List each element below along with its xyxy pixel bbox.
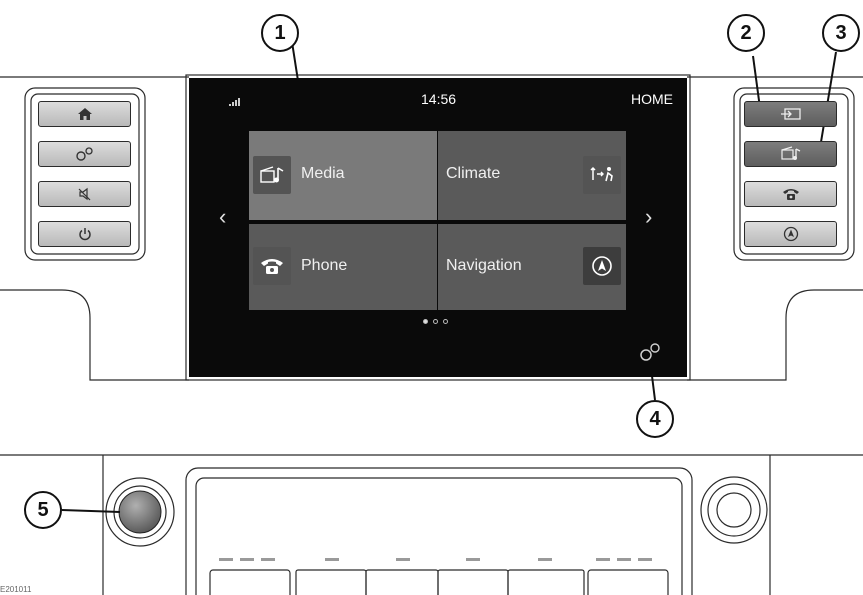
phone-icon [261, 259, 283, 274]
callout-3: 3 [822, 14, 860, 52]
media-tile-icon-box [253, 156, 291, 194]
climate-icon [590, 166, 613, 182]
settings-icon [75, 147, 93, 161]
page-dot-1 [423, 319, 428, 324]
previous-page-arrow[interactable]: ‹ [219, 204, 226, 230]
media-icon [780, 146, 800, 160]
tile-navigation-label: Navigation [446, 257, 522, 274]
next-page-arrow[interactable]: › [645, 204, 652, 230]
tile-phone[interactable]: Phone [249, 224, 437, 310]
page-indicator [423, 319, 448, 324]
phone-icon [782, 189, 799, 200]
tile-phone-label: Phone [301, 257, 348, 274]
callout-1: 1 [261, 14, 299, 52]
tile-media-label: Media [301, 165, 345, 182]
climate-tile-icon-box [583, 156, 621, 194]
power-icon [78, 228, 91, 241]
mute-icon [78, 187, 90, 201]
phone-button[interactable] [744, 181, 837, 207]
callout-2: 2 [727, 14, 765, 52]
callout-5: 5 [24, 491, 62, 529]
source-icon [780, 108, 801, 120]
navigation-icon [592, 256, 612, 276]
home-label[interactable]: HOME [631, 91, 673, 107]
navigation-button[interactable] [744, 221, 837, 247]
mute-button[interactable] [38, 181, 131, 207]
navigation-icon [783, 226, 798, 242]
figure-code: E201011 [0, 585, 32, 594]
tile-navigation[interactable]: Navigation [438, 224, 626, 310]
clock: 14:56 [421, 91, 457, 107]
home-icon [77, 108, 92, 120]
source-button[interactable] [744, 101, 837, 127]
settings-button[interactable] [38, 141, 131, 167]
signal-icon [229, 98, 240, 106]
phone-tile-icon-box [253, 247, 291, 285]
media-icon [260, 166, 284, 183]
navigation-tile-icon-box [583, 247, 621, 285]
media-button[interactable] [744, 141, 837, 167]
callout-4: 4 [636, 400, 674, 438]
tile-media[interactable]: Media [249, 131, 437, 220]
page-dot-2 [433, 319, 438, 324]
power-button[interactable] [38, 221, 131, 247]
home-button[interactable] [38, 101, 131, 127]
touch-screen: 14:56 HOME ‹ › Media Climate Phone Navig… [189, 78, 687, 377]
tile-climate-label: Climate [446, 165, 501, 182]
page-dot-3 [443, 319, 448, 324]
tile-climate[interactable]: Climate [438, 131, 626, 220]
settings-icon[interactable] [637, 342, 663, 362]
